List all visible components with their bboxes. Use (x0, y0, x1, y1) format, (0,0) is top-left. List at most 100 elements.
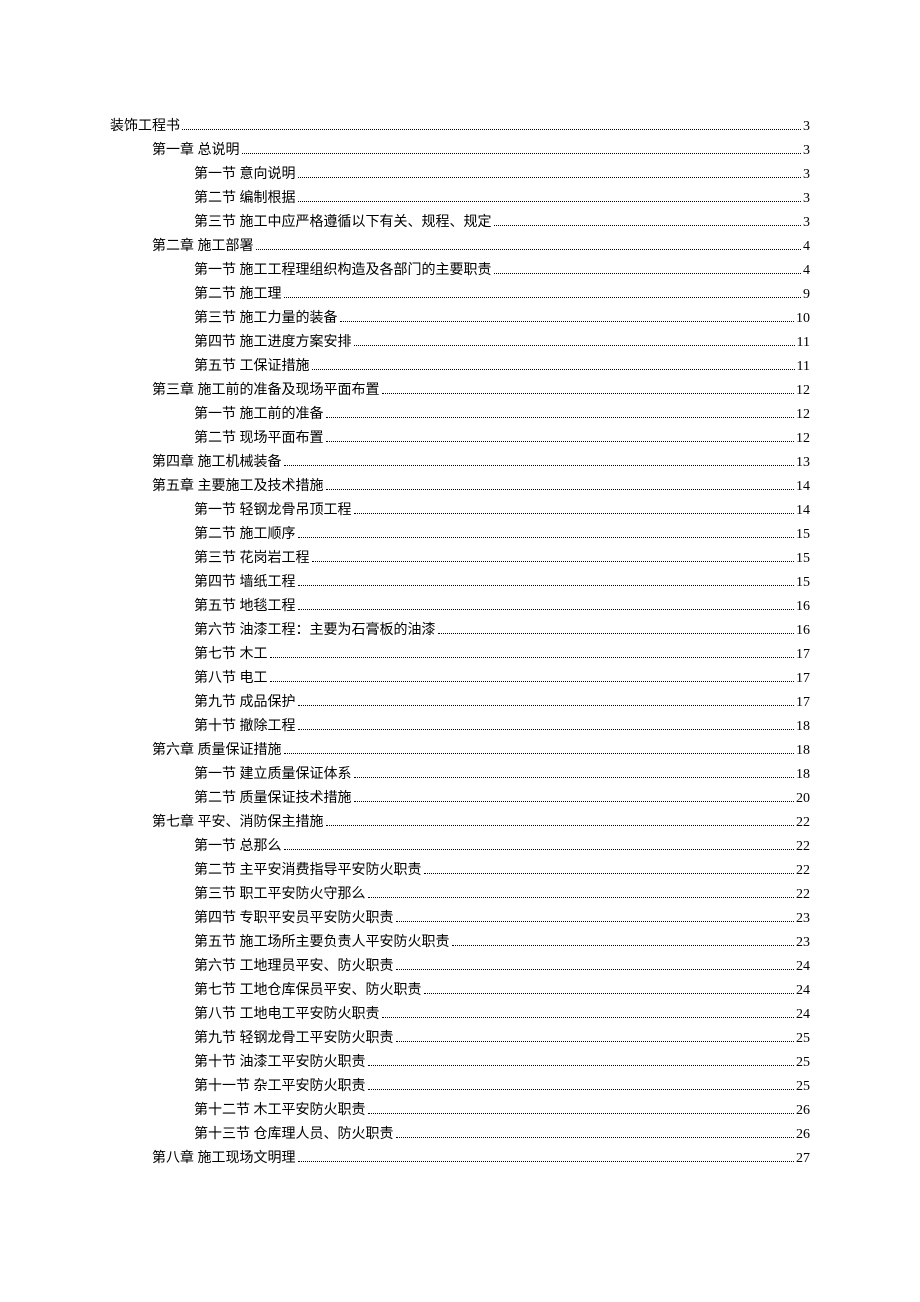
toc-entry: 第九节 轻钢龙骨工平安防火职责25 (110, 1027, 810, 1051)
toc-entry: 第三节 花岗岩工程 15 (110, 547, 810, 571)
toc-leader-dots (312, 368, 795, 370)
toc-entry-label: 第二节 施工理 (194, 283, 282, 307)
toc-entry-page: 25 (796, 1075, 810, 1099)
toc-entry: 第九节 成品保护 17 (110, 691, 810, 715)
toc-entry: 第四节 墙纸工程 15 (110, 571, 810, 595)
toc-leader-dots (396, 1136, 795, 1138)
toc-entry-label: 第四节 墙纸工程 (194, 571, 296, 595)
toc-entry-page: 11 (797, 331, 810, 355)
toc-entry-label: 第四节 专职平安员平安防火职责 (194, 907, 394, 931)
toc-leader-dots (424, 992, 795, 994)
toc-entry: 第一节 总那么22 (110, 835, 810, 859)
toc-entry: 第一节 施工工程理组织构造及各部门的主要职责4 (110, 259, 810, 283)
table-of-contents: 装饰工程书3第一章 总说明3第一节 意向说明3第二节 编制根据3第三节 施工中应… (110, 115, 810, 1171)
toc-leader-dots (340, 320, 795, 322)
toc-leader-dots (354, 344, 795, 346)
toc-entry-page: 12 (796, 403, 810, 427)
toc-leader-dots (298, 1160, 795, 1162)
toc-entry-page: 20 (796, 787, 810, 811)
toc-entry-label: 第三节 施工力量的装备 (194, 307, 338, 331)
toc-entry: 第一节 建立质量保证体系18 (110, 763, 810, 787)
toc-entry-page: 3 (803, 115, 810, 139)
toc-entry-page: 15 (796, 571, 810, 595)
toc-entry-label: 第二节 施工顺序 (194, 523, 296, 547)
toc-entry: 第十三节 仓库理人员、防火职责26 (110, 1123, 810, 1147)
toc-entry-label: 第十节 油漆工平安防火职责 (194, 1051, 366, 1075)
toc-entry-page: 24 (796, 979, 810, 1003)
toc-entry-page: 15 (796, 547, 810, 571)
toc-entry: 第三节 职工平安防火守那么 22 (110, 883, 810, 907)
toc-entry-label: 第七节 工地仓库保员平安、防火职责 (194, 979, 422, 1003)
toc-entry-page: 17 (796, 667, 810, 691)
toc-entry: 第十节 油漆工平安防火职责25 (110, 1051, 810, 1075)
toc-entry: 第三章 施工前的准备及现场平面布置12 (110, 379, 810, 403)
toc-entry: 第六节 油漆工程：主要为石膏板的油漆16 (110, 619, 810, 643)
toc-entry-label: 第九节 成品保护 (194, 691, 296, 715)
toc-entry: 第二节 现场平面布置12 (110, 427, 810, 451)
toc-entry-label: 第七节 木工 (194, 643, 268, 667)
toc-entry-page: 23 (796, 931, 810, 955)
toc-entry-label: 第四节 施工进度方案安排 (194, 331, 352, 355)
toc-entry-label: 第五节 施工场所主要负责人平安防火职责 (194, 931, 450, 955)
toc-entry-page: 22 (796, 811, 810, 835)
toc-entry-label: 第一章 总说明 (152, 139, 240, 163)
toc-leader-dots (284, 296, 802, 298)
toc-entry: 第一章 总说明 3 (110, 139, 810, 163)
toc-entry-page: 11 (797, 355, 810, 379)
toc-entry-page: 24 (796, 955, 810, 979)
toc-leader-dots (396, 920, 795, 922)
toc-leader-dots (298, 608, 795, 610)
toc-entry: 第三节 施工中应严格遵循以下有关、规程、规定3 (110, 211, 810, 235)
toc-leader-dots (298, 584, 795, 586)
toc-entry-page: 16 (796, 595, 810, 619)
toc-entry: 第七节 工地仓库保员平安、防火职责 24 (110, 979, 810, 1003)
toc-entry: 第十节 撤除工程18 (110, 715, 810, 739)
toc-entry-label: 第一节 施工工程理组织构造及各部门的主要职责 (194, 259, 492, 283)
toc-leader-dots (326, 440, 795, 442)
toc-entry-label: 第一节 总那么 (194, 835, 282, 859)
toc-entry-page: 17 (796, 691, 810, 715)
toc-entry: 第六章 质量保证措施18 (110, 739, 810, 763)
toc-entry-page: 22 (796, 883, 810, 907)
toc-entry-page: 9 (803, 283, 810, 307)
toc-leader-dots (298, 728, 795, 730)
toc-entry-page: 18 (796, 739, 810, 763)
toc-entry-label: 第三节 职工平安防火守那么 (194, 883, 366, 907)
toc-leader-dots (182, 128, 801, 130)
toc-leader-dots (368, 1088, 795, 1090)
toc-leader-dots (298, 704, 795, 706)
toc-entry: 第十一节 杂工平安防火职责 25 (110, 1075, 810, 1099)
toc-leader-dots (396, 1040, 795, 1042)
toc-entry-page: 15 (796, 523, 810, 547)
toc-entry-label: 第八章 施工现场文明理 (152, 1147, 296, 1171)
toc-entry: 第四节 专职平安员平安防火职责 23 (110, 907, 810, 931)
toc-entry-label: 第十一节 杂工平安防火职责 (194, 1075, 366, 1099)
toc-leader-dots (368, 1112, 795, 1114)
toc-leader-dots (494, 272, 802, 274)
toc-entry: 第六节 工地理员平安、防火职责24 (110, 955, 810, 979)
toc-leader-dots (438, 632, 795, 634)
toc-leader-dots (382, 1016, 795, 1018)
toc-entry: 第七章 平安、消防保主措施22 (110, 811, 810, 835)
toc-entry-page: 3 (803, 163, 810, 187)
toc-entry: 第一节 施工前的准备12 (110, 403, 810, 427)
toc-entry: 第五节 施工场所主要负责人平安防火职责 23 (110, 931, 810, 955)
toc-entry-page: 3 (803, 139, 810, 163)
toc-entry-label: 第一节 建立质量保证体系 (194, 763, 352, 787)
toc-entry-label: 第三节 花岗岩工程 (194, 547, 310, 571)
toc-entry: 第二章 施工部署4 (110, 235, 810, 259)
toc-leader-dots (298, 536, 795, 538)
toc-entry-label: 第五节 地毯工程 (194, 595, 296, 619)
toc-entry-page: 23 (796, 907, 810, 931)
toc-leader-dots (326, 824, 795, 826)
toc-entry-page: 3 (803, 187, 810, 211)
toc-leader-dots (298, 176, 802, 178)
toc-entry-page: 12 (796, 379, 810, 403)
document-page: 装饰工程书3第一章 总说明3第一节 意向说明3第二节 编制根据3第三节 施工中应… (0, 0, 920, 1302)
toc-leader-dots (270, 656, 795, 658)
toc-leader-dots (354, 512, 795, 514)
toc-leader-dots (354, 800, 795, 802)
toc-leader-dots (312, 560, 795, 562)
toc-entry: 第七节 木工17 (110, 643, 810, 667)
toc-leader-dots (242, 152, 802, 154)
